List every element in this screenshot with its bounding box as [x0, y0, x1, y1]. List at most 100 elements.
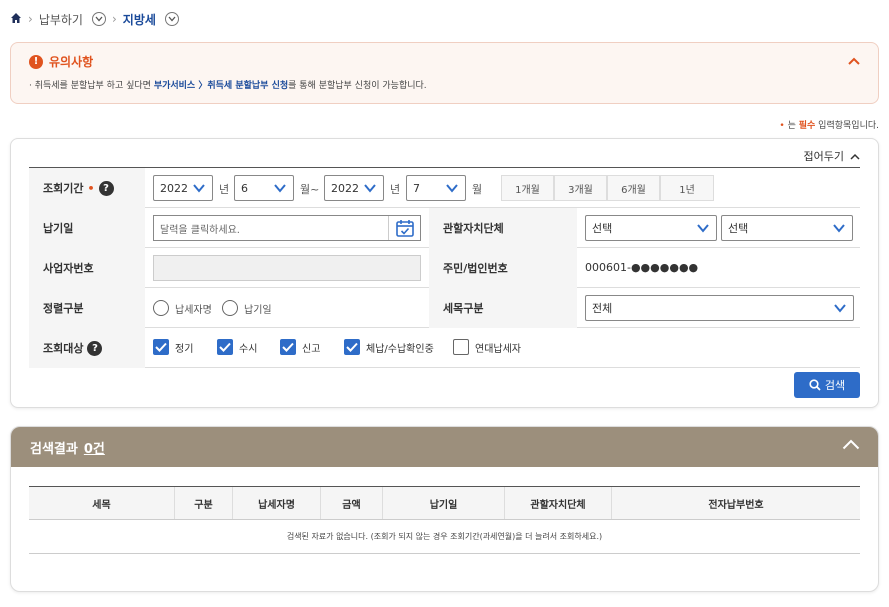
checkbox-unchecked-icon[interactable] [453, 339, 469, 355]
chevron-down-icon [833, 224, 845, 233]
radio-taxpayer-name[interactable]: 납세자명 [153, 300, 212, 316]
chevron-right-icon: › [111, 12, 117, 26]
chevron-down-icon [193, 184, 205, 193]
radio-due-date[interactable]: 납기일 [222, 300, 272, 316]
table-header: 세목 구분 납세자명 금액 납기일 관할자치단체 전자납부번호 [29, 487, 860, 520]
notice-title-text: 유의사항 [49, 55, 94, 69]
checkbox-occasional-label: 수시 [239, 343, 258, 355]
jurisdiction-select-1-value: 선택 [592, 222, 613, 235]
results-panel: 검색결과 0건 세목 구분 납세자명 금액 납기일 관할자치단체 전자납부번호 … [10, 426, 879, 592]
month-unit: 월 [472, 183, 483, 196]
chevron-up-icon[interactable] [848, 55, 860, 68]
chevron-down-icon [446, 184, 458, 193]
chevron-down-icon[interactable] [164, 12, 179, 26]
chevron-right-icon: › [28, 12, 33, 26]
period-3month-button[interactable]: 3개월 [554, 175, 607, 201]
start-year-value: 2022 [160, 181, 188, 195]
sort-row: 정렬구분 납세자명 납기일 세목구분 전체 [29, 288, 860, 328]
end-year-select[interactable]: 2022 [324, 175, 384, 201]
chevron-up-icon[interactable] [842, 439, 860, 453]
collapse-button[interactable]: 접어두기 [804, 148, 860, 164]
start-month-select[interactable]: 6 [234, 175, 294, 201]
business-no-input[interactable] [153, 255, 421, 281]
notice-text-before: · 취득세를 분할납부 하고 싶다면 [29, 81, 154, 91]
year-unit: 년 [219, 183, 230, 196]
radio-button[interactable] [222, 300, 238, 316]
target-row: 조회대상 ? 정기 수시 신고 체납/수납확인중 연대납세자 [29, 328, 860, 368]
required-note: • 는 필수 입력항목입니다. [779, 118, 879, 131]
column-header: 납세자명 [233, 487, 321, 519]
results-header: 검색결과 0건 [11, 427, 878, 467]
notice-title: ! 유의사항 [29, 53, 93, 70]
column-header: 납기일 [383, 487, 505, 519]
jurisdiction-label: 관할자치단체 [429, 208, 577, 248]
required-mark: • [87, 181, 95, 195]
search-button-label: 검색 [824, 379, 846, 392]
target-label-text: 조회대상 [43, 342, 84, 355]
start-month-value: 6 [241, 181, 248, 195]
notice-box: ! 유의사항 · 취득세를 분할납부 하고 싶다면 부가서비스 〉취득세 분할납… [10, 42, 879, 104]
month-unit-tilde: 월~ [300, 183, 320, 196]
required-note-after: 입력항목입니다. [815, 121, 879, 131]
tax-type-label: 세목구분 [429, 288, 577, 328]
column-header: 관할자치단체 [505, 487, 612, 519]
checkbox-checked-icon[interactable] [217, 339, 233, 355]
period-label: 조회기간 • ? [29, 168, 145, 208]
jurisdiction-select-1[interactable]: 선택 [585, 215, 717, 241]
notice-link[interactable]: 부가서비스 〉취득세 분할납부 신청 [154, 81, 288, 91]
checkbox-occasional[interactable]: 수시 [217, 339, 257, 355]
results-count: 0건 [83, 441, 105, 457]
jurisdiction-select-2-value: 선택 [728, 222, 749, 235]
due-date-input[interactable]: 달력을 클릭하세요. [153, 215, 421, 241]
period-6month-button[interactable]: 6개월 [607, 175, 660, 201]
results-table: 세목 구분 납세자명 금액 납기일 관할자치단체 전자납부번호 검색된 자료가 … [29, 486, 860, 554]
id-row: 사업자번호 주민/법인번호 000601-●●●●●●● [29, 248, 860, 288]
chevron-down-icon [834, 304, 846, 313]
year-unit: 년 [390, 183, 401, 196]
checkbox-regular-label: 정기 [175, 343, 194, 355]
column-header: 금액 [321, 487, 383, 519]
empty-message: 검색된 자료가 없습니다. (조회가 되지 않는 경우 조회기간(과세연월)을 … [29, 520, 860, 554]
search-form: 조회기간 • ? 2022 년 6 월~ 2022 년 7 월 1개월 3개월 … [29, 167, 860, 368]
checkbox-arrears[interactable]: 체납/수납확인중 [344, 339, 434, 355]
home-icon[interactable] [10, 12, 22, 27]
sort-label: 정렬구분 [29, 288, 145, 328]
checkbox-joint-taxpayer[interactable]: 연대납세자 [453, 339, 521, 355]
checkbox-checked-icon[interactable] [153, 339, 169, 355]
jurisdiction-select-2[interactable]: 선택 [721, 215, 853, 241]
required-note-before: 는 [784, 121, 799, 131]
collapse-label: 접어두기 [803, 150, 844, 163]
notice-text-after: 를 통해 분할납부 신청이 가능합니다. [288, 81, 427, 91]
notice-text: · 취득세를 분할납부 하고 싶다면 부가서비스 〉취득세 분할납부 신청를 통… [29, 78, 427, 91]
period-1year-button[interactable]: 1년 [660, 175, 714, 201]
period-row: 조회기간 • ? 2022 년 6 월~ 2022 년 7 월 1개월 3개월 … [29, 168, 860, 208]
checkbox-report[interactable]: 신고 [280, 339, 320, 355]
chevron-down-icon[interactable] [91, 12, 106, 26]
chevron-down-icon [364, 184, 376, 193]
calendar-icon[interactable] [388, 216, 420, 240]
breadcrumb-level1[interactable]: 납부하기 [39, 11, 83, 28]
checkbox-checked-icon[interactable] [280, 339, 296, 355]
end-year-value: 2022 [331, 181, 359, 195]
chevron-down-icon [274, 184, 286, 193]
start-year-select[interactable]: 2022 [153, 175, 213, 201]
end-month-select[interactable]: 7 [406, 175, 466, 201]
checkbox-checked-icon[interactable] [344, 339, 360, 355]
help-icon[interactable]: ? [87, 340, 103, 356]
search-button[interactable]: 검색 [794, 372, 860, 398]
target-label: 조회대상 ? [29, 328, 145, 368]
radio-button[interactable] [153, 300, 169, 316]
help-icon[interactable]: ? [98, 180, 114, 196]
period-label-text: 조회기간 [43, 182, 84, 195]
checkbox-report-label: 신고 [302, 343, 321, 355]
breadcrumb-level2[interactable]: 지방세 [123, 11, 156, 28]
column-header: 세목 [29, 487, 175, 519]
period-1month-button[interactable]: 1개월 [501, 175, 554, 201]
tax-type-select[interactable]: 전체 [585, 295, 854, 321]
radio-taxpayer-name-label: 납세자명 [175, 304, 212, 316]
search-icon [809, 379, 821, 391]
column-header: 구분 [175, 487, 233, 519]
breadcrumb: › 납부하기 › 지방세 [10, 9, 179, 29]
checkbox-arrears-label: 체납/수납확인중 [366, 343, 434, 355]
checkbox-regular[interactable]: 정기 [153, 339, 193, 355]
